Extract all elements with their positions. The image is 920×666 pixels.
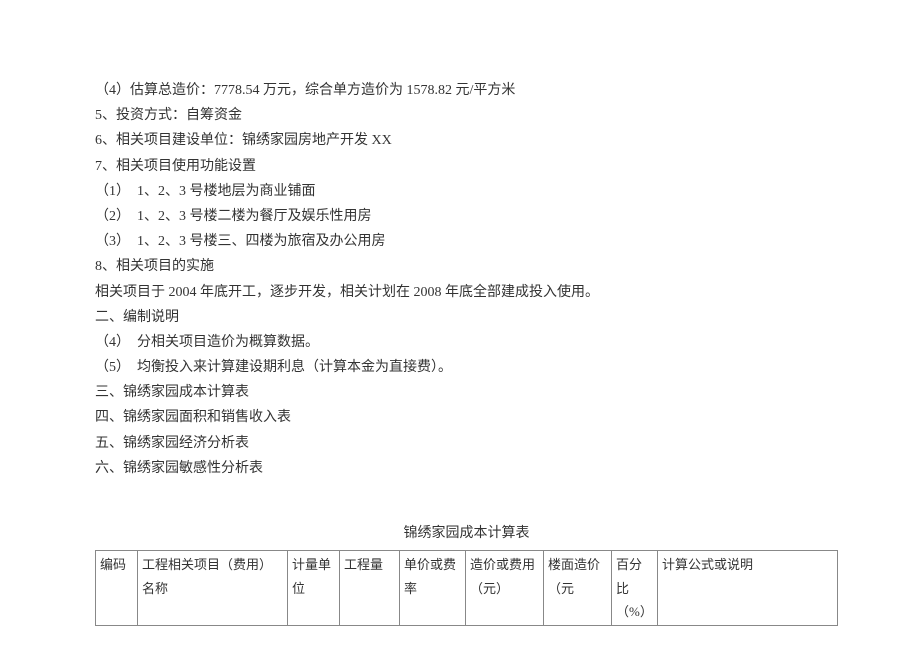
- header-pct: 百分比（%）: [612, 551, 658, 626]
- text-line: 六、锦绣家园敏感性分析表: [95, 456, 838, 481]
- text-line: （1） 1、2、3 号楼地层为商业铺面: [95, 179, 838, 204]
- text-line: 7、相关项目使用功能设置: [95, 154, 838, 179]
- header-code: 编码: [96, 551, 138, 626]
- text-line: （2） 1、2、3 号楼二楼为餐厅及娱乐性用房: [95, 204, 838, 229]
- text-line: （5） 均衡投入来计算建设期利息（计算本金为直接费）。: [95, 355, 838, 380]
- text-line: 三、锦绣家园成本计算表: [95, 380, 838, 405]
- text-line: 8、相关项目的实施: [95, 254, 838, 279]
- header-cost: 造价或费用（元）: [466, 551, 544, 626]
- header-formula: 计算公式或说明: [658, 551, 838, 626]
- table-title: 锦绣家园成本计算表: [95, 521, 838, 546]
- header-qty: 工程量: [340, 551, 400, 626]
- header-unit: 计量单位: [288, 551, 340, 626]
- text-line: 五、锦绣家园经济分析表: [95, 431, 838, 456]
- text-line: （4） 分相关项目造价为概算数据。: [95, 330, 838, 355]
- header-price: 单价或费率: [400, 551, 466, 626]
- text-line: 5、投资方式：自筹资金: [95, 103, 838, 128]
- text-line: 四、锦绣家园面积和销售收入表: [95, 405, 838, 430]
- text-line: 相关项目于 2004 年底开工，逐步开发，相关计划在 2008 年底全部建成投入…: [95, 280, 838, 305]
- text-line: 二、编制说明: [95, 305, 838, 330]
- document-body: （4）估算总造价：7778.54 万元，综合单方造价为 1578.82 元/平方…: [95, 78, 838, 481]
- table-header-row: 编码 工程相关项目（费用）名称 计量单位 工程量 单价或费率 造价或费用（元） …: [96, 551, 838, 626]
- header-floor: 楼面造价（元: [544, 551, 612, 626]
- cost-table: 编码 工程相关项目（费用）名称 计量单位 工程量 单价或费率 造价或费用（元） …: [95, 550, 838, 626]
- header-name: 工程相关项目（费用）名称: [138, 551, 288, 626]
- text-line: 6、相关项目建设单位：锦绣家园房地产开发 XX: [95, 128, 838, 153]
- text-line: （4）估算总造价：7778.54 万元，综合单方造价为 1578.82 元/平方…: [95, 78, 838, 103]
- text-line: （3） 1、2、3 号楼三、四楼为旅宿及办公用房: [95, 229, 838, 254]
